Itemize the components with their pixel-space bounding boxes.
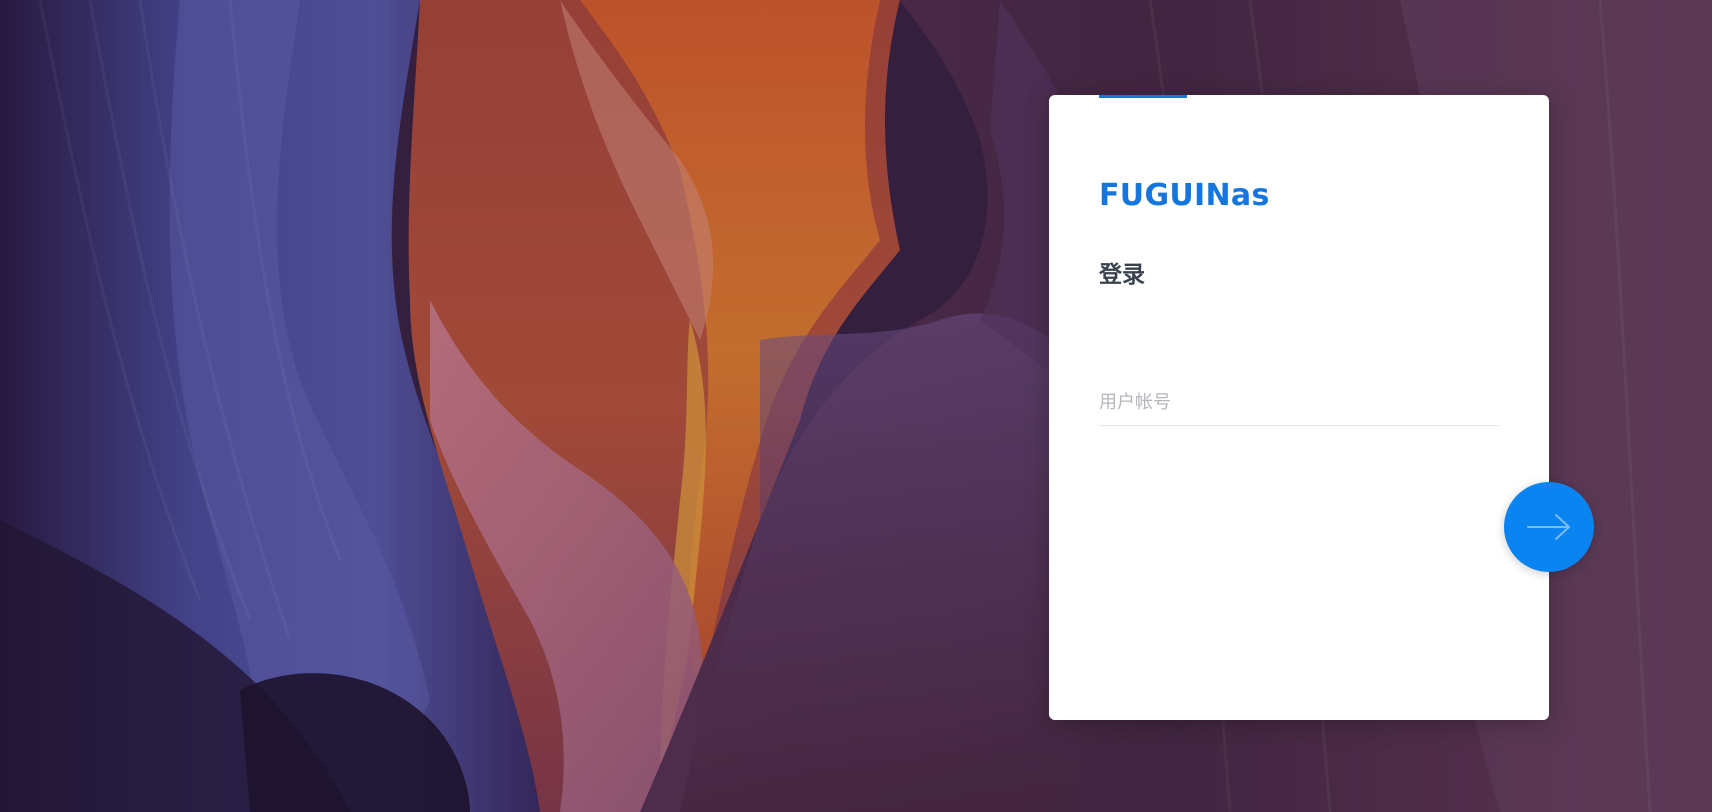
login-heading: 登录	[1099, 262, 1145, 288]
username-input[interactable]	[1099, 380, 1499, 426]
login-card: FUGUINas 登录	[1049, 95, 1549, 720]
card-accent-bar	[1099, 95, 1187, 98]
brand-title: FUGUINas	[1099, 178, 1270, 213]
arrow-right-icon	[1527, 514, 1570, 540]
login-submit-button[interactable]	[1504, 482, 1594, 572]
